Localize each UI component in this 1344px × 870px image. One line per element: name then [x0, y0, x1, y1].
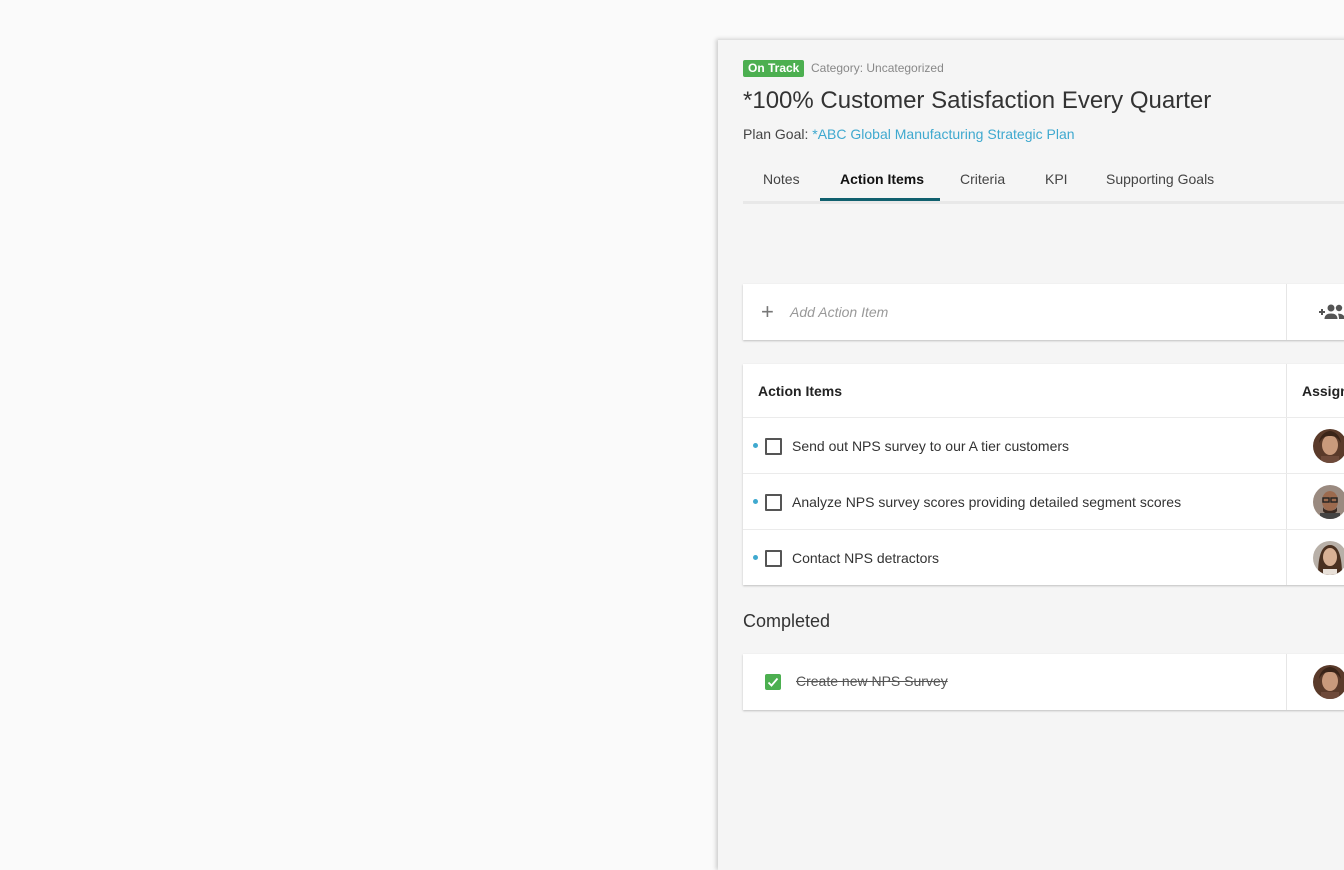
completed-items-card: Create new NPS Survey	[743, 654, 1344, 710]
item-checkbox[interactable]	[765, 550, 782, 567]
table-row: Analyze NPS survey scores providing deta…	[743, 473, 1344, 530]
action-item-text[interactable]: Analyze NPS survey scores providing deta…	[792, 494, 1181, 510]
avatar[interactable]	[1313, 429, 1344, 463]
plan-goal-link[interactable]: *ABC Global Manufacturing Strategic Plan	[812, 126, 1074, 142]
table-row: Contact NPS detractors	[743, 529, 1344, 586]
checked-checkbox[interactable]	[765, 674, 781, 690]
goal-detail-panel: On Track Category: Uncategorized *100% C…	[718, 39, 1344, 870]
completed-heading: Completed	[743, 611, 831, 631]
action-item-text[interactable]: Contact NPS detractors	[792, 550, 939, 566]
add-action-item-card: + Add Action Item	[743, 284, 1344, 340]
bullet-dot	[753, 555, 758, 560]
tab-notes[interactable]: Notes	[763, 171, 800, 187]
tab-criteria[interactable]: Criteria	[960, 171, 1005, 187]
assignee-header: Assign	[1302, 383, 1344, 399]
item-checkbox[interactable]	[765, 494, 782, 511]
tab-action-items[interactable]: Action Items	[840, 171, 924, 187]
column-divider	[1286, 284, 1287, 340]
add-assignee-icon[interactable]	[1318, 303, 1344, 326]
status-badge: On Track	[743, 60, 805, 77]
plan-goal-label: Plan Goal:	[743, 126, 809, 142]
table-row: Send out NPS survey to our A tier custom…	[743, 417, 1344, 474]
completed-item-text[interactable]: Create new NPS Survey	[796, 673, 948, 689]
active-tab-indicator	[820, 198, 940, 201]
plus-icon[interactable]: +	[761, 301, 774, 323]
avatar[interactable]	[1313, 485, 1344, 519]
item-checkbox[interactable]	[765, 438, 782, 455]
tab-bar: Notes Action Items Criteria KPI Supporti…	[743, 161, 1344, 204]
column-divider	[1286, 654, 1287, 710]
category-label: Category: Uncategorized	[811, 61, 944, 75]
action-items-card: Action Items Assign Send out NPS survey …	[743, 364, 1344, 585]
action-item-text[interactable]: Send out NPS survey to our A tier custom…	[792, 438, 1069, 454]
goal-title: *100% Customer Satisfaction Every Quarte…	[743, 87, 1212, 114]
action-items-header: Action Items	[758, 383, 843, 399]
avatar[interactable]	[1313, 541, 1344, 575]
checkmark-icon	[767, 677, 779, 687]
tab-supporting-goals[interactable]: Supporting Goals	[1106, 171, 1214, 187]
avatar[interactable]	[1313, 665, 1344, 699]
tab-kpi[interactable]: KPI	[1045, 171, 1068, 187]
bullet-dot	[753, 443, 758, 448]
plan-goal: Plan Goal: *ABC Global Manufacturing Str…	[743, 126, 1075, 142]
bullet-dot	[753, 499, 758, 504]
add-action-item-input[interactable]: Add Action Item	[790, 304, 888, 320]
